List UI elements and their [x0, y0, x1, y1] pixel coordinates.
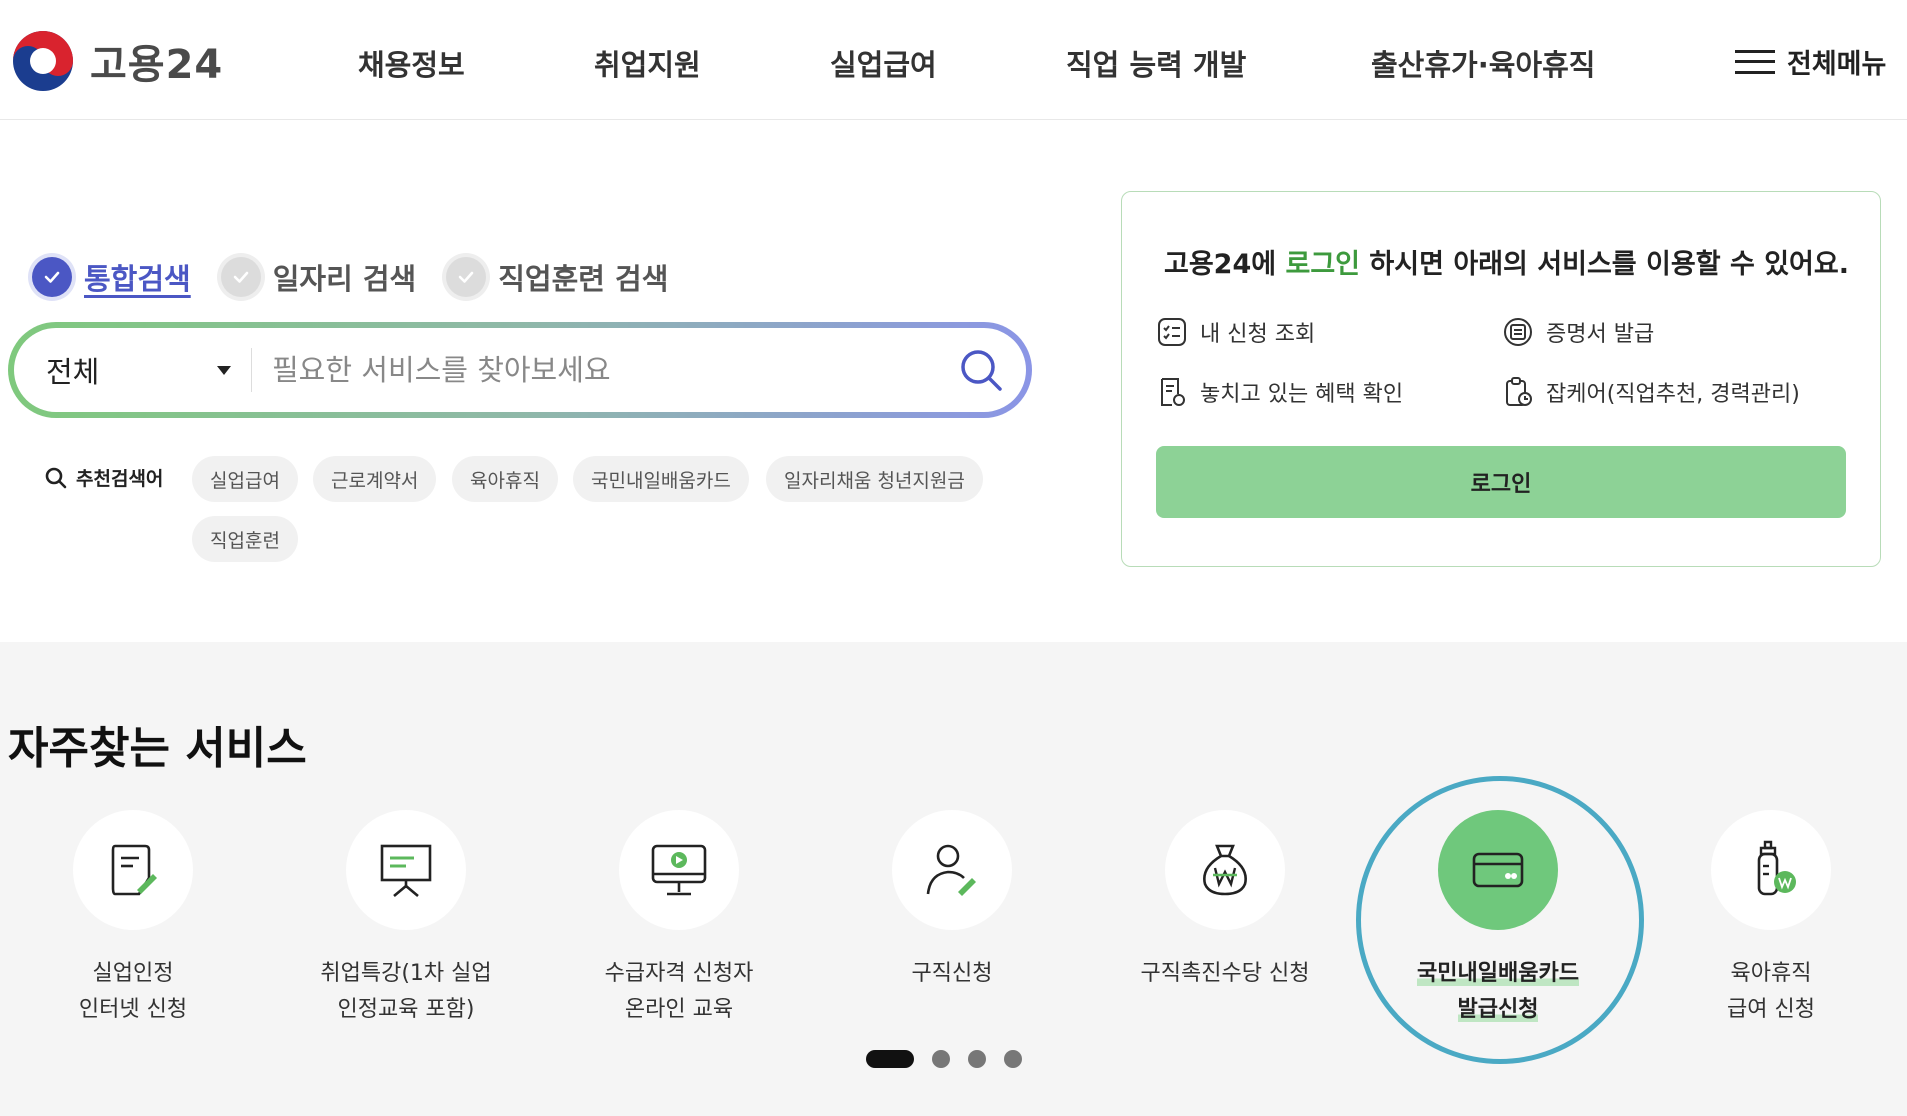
document-search-icon [1161, 378, 1185, 406]
search-category-select[interactable]: 전체 [14, 348, 252, 392]
monitor-play-icon [651, 844, 707, 896]
card-icon [1472, 852, 1524, 888]
tab-label: 통합검색 [84, 262, 191, 296]
search-box: 전체 [8, 322, 1032, 418]
nav-maternity-childcare-leave[interactable]: 출산휴가·육아휴직 [1371, 42, 1595, 84]
login-button[interactable]: 로그인 [1156, 446, 1846, 518]
service-online-education[interactable]: 수급자격 신청자 온라인 교육 [549, 810, 809, 1028]
nav-unemployment-benefit[interactable]: 실업급여 [830, 42, 937, 84]
tab-label: 일자리 검색 [272, 262, 417, 296]
login-highlight: 로그인 [1285, 249, 1361, 280]
certificate-icon [1504, 318, 1532, 346]
pagination-dot[interactable] [932, 1050, 950, 1068]
section-title: 자주찾는 서비스 [8, 723, 307, 774]
search-icon [961, 350, 1002, 391]
service-jobcare[interactable]: 잡케어(직업추천, 경력관리) [1502, 376, 1800, 408]
tab-job-search[interactable]: 일자리 검색 [220, 256, 417, 298]
checklist-icon [1158, 318, 1186, 346]
taegeuk-logo-icon [13, 31, 73, 91]
keyword-chip[interactable]: 실업급여 [192, 456, 298, 502]
header: 고용24 채용정보 취업지원 실업급여 직업 능력 개발 출산휴가·육아휴직 전… [0, 0, 1907, 120]
check-circle-icon [32, 257, 72, 297]
service-certificate-issue[interactable]: 증명서 발급 [1502, 316, 1654, 348]
hamburger-icon [1735, 48, 1775, 76]
service-unemployment-recognition[interactable]: 실업인정 인터넷 신청 [3, 810, 263, 1028]
nav-employment-support[interactable]: 취업지원 [594, 42, 701, 84]
keyword-chip[interactable]: 일자리채움 청년지원금 [766, 456, 983, 502]
presentation-board-icon [380, 844, 432, 897]
service-childcare-leave-benefit[interactable]: 육아휴직 급여 신청 [1641, 810, 1901, 1028]
document-pen-icon [111, 844, 157, 896]
service-learning-card[interactable]: 국민내일배움카드 발급신청 [1368, 810, 1628, 1028]
clipboard-clock-icon [1506, 377, 1532, 406]
pagination-dot[interactable] [1004, 1050, 1022, 1068]
all-menu-button[interactable]: 전체메뉴 [1735, 42, 1886, 81]
money-bag-won-icon [1203, 844, 1247, 896]
nav-recruitment[interactable]: 채용정보 [358, 42, 465, 84]
select-value: 전체 [46, 355, 100, 389]
carousel-pagination [866, 1050, 1022, 1068]
all-menu-label: 전체메뉴 [1787, 49, 1887, 80]
search-icon [45, 467, 67, 488]
caret-down-icon [217, 365, 231, 375]
tab-label: 직업훈련 검색 [498, 262, 669, 296]
service-missed-benefits[interactable]: 놓치고 있는 혜택 확인 [1156, 376, 1403, 408]
nav-vocational-training[interactable]: 직업 능력 개발 [1066, 42, 1246, 84]
keyword-chip[interactable]: 국민내일배움카드 [573, 456, 749, 502]
baby-bottle-won-icon [1757, 840, 1796, 896]
service-my-applications[interactable]: 내 신청 조회 [1156, 316, 1315, 348]
search-tabs: 통합검색 일자리 검색 직업훈련 검색 [32, 256, 668, 298]
pagination-dot-active[interactable] [866, 1050, 914, 1068]
service-job-promotion-allowance[interactable]: 구직촉진수당 신청 [1095, 810, 1355, 992]
tab-training-search[interactable]: 직업훈련 검색 [446, 256, 668, 298]
service-employment-lecture[interactable]: 취업특강(1차 실업 인정교육 포함) [276, 810, 536, 1028]
frequent-services-section: 자주찾는 서비스 실업인정인터넷 신청 취업특강(1차 실업인정교육 포함) [0, 642, 1907, 1116]
check-circle-icon [220, 257, 261, 297]
keyword-chip[interactable]: 육아휴직 [452, 456, 558, 502]
search-input[interactable] [252, 353, 936, 387]
tab-integrated-search[interactable]: 통합검색 [32, 256, 191, 298]
login-title: 고용24에 로그인 하시면 아래의 서비스를 이용할 수 있어요. [1164, 249, 1849, 280]
keyword-chip[interactable]: 직업훈련 [192, 516, 298, 562]
service-job-application[interactable]: 구직신청 [822, 810, 1082, 992]
recommended-keywords-label: 추천검색어 [44, 464, 163, 491]
login-panel: 고용24에 로그인 하시면 아래의 서비스를 이용할 수 있어요. 내 신청 조… [1121, 191, 1881, 567]
person-pen-icon [926, 844, 976, 896]
logo-text: 고용24 [90, 42, 224, 88]
search-button[interactable] [936, 330, 1026, 410]
pagination-dot[interactable] [968, 1050, 986, 1068]
keyword-chip[interactable]: 근로계약서 [313, 456, 437, 502]
site-logo[interactable]: 고용24 [10, 28, 223, 94]
check-circle-icon [446, 257, 487, 297]
